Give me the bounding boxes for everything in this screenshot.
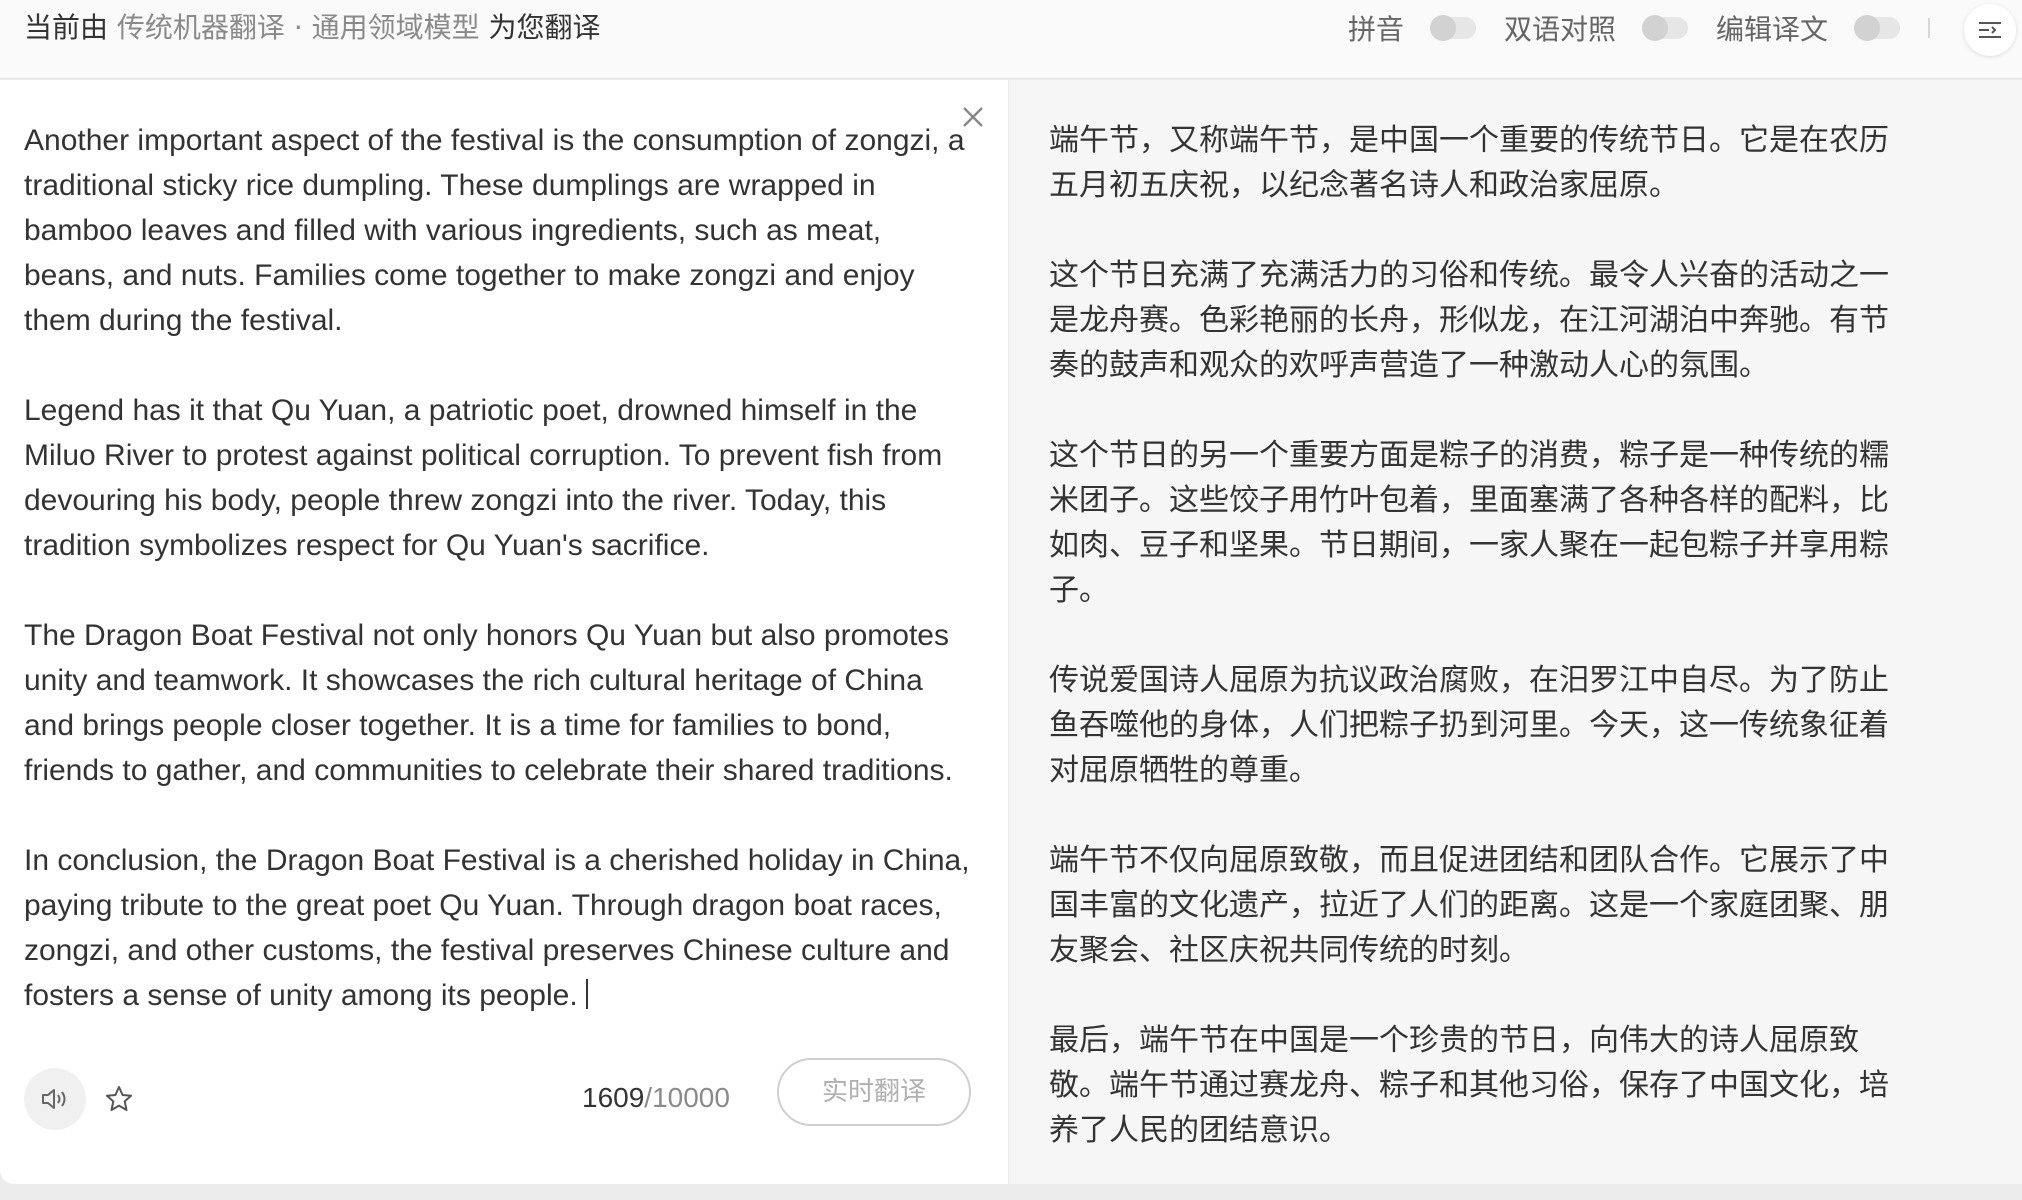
top-bar: 当前由 传统机器翻译 · 通用领域模型 为您翻译 拼音 双语对照 编辑译文: [0, 0, 2022, 79]
source-paragraph: In conclusion, the Dragon Boat Festival …: [24, 844, 970, 1012]
source-paragraph: The Dragon Boat Festival not only honors…: [24, 619, 953, 787]
translation-output: 端午节，又称端午节，是中国一个重要的传统节日。它是在农历五月初五庆祝，以纪念著名…: [1049, 118, 1889, 1184]
translation-paragraph: 这个节日的另一个重要方面是粽子的消费，粽子是一种传统的糯米团子。这些饺子用竹叶包…: [1049, 438, 1889, 608]
switch-knob: [1641, 15, 1668, 41]
engine-name[interactable]: 传统机器翻译 · 通用领域模型: [117, 11, 480, 44]
char-count: 1609: [582, 1082, 645, 1113]
pinyin-label: 拼音: [1347, 13, 1404, 46]
edit-translation-toggle-group[interactable]: 编辑译文: [1716, 8, 1900, 48]
bilingual-switch[interactable]: [1641, 15, 1688, 41]
pinyin-switch[interactable]: [1429, 15, 1476, 41]
source-bottom-bar: 1609/10000 实时翻译: [0, 1058, 1008, 1178]
source-paragraph: Another important aspect of the festival…: [24, 124, 965, 337]
switch-knob: [1429, 15, 1456, 41]
char-limit: /10000: [644, 1082, 730, 1113]
translation-panel: 端午节，又称端午节，是中国一个重要的传统节日。它是在农历五月初五庆祝，以纪念著名…: [1009, 80, 2022, 1184]
bilingual-label: 双语对照: [1503, 13, 1616, 46]
switch-knob: [1854, 15, 1880, 41]
source-paragraph-last: In conclusion, the Dragon Boat Festival …: [24, 838, 974, 1018]
source-panel: Another important aspect of the festival…: [0, 80, 1008, 1184]
translation-paragraph: 端午节，又称端午节，是中国一个重要的传统节日。它是在农历五月初五庆祝，以纪念著名…: [1049, 123, 1889, 203]
pinyin-toggle-group[interactable]: 拼音: [1348, 8, 1476, 48]
menu-button[interactable]: [1964, 4, 2016, 56]
source-paragraph: Legend has it that Qu Yuan, a patriotic …: [24, 394, 943, 562]
engine-info: 当前由 传统机器翻译 · 通用领域模型 为您翻译: [24, 10, 601, 46]
realtime-translate-button[interactable]: 实时翻译: [777, 1058, 971, 1126]
translation-paragraph: 这个节日充满了充满活力的习俗和传统。最令人兴奋的活动之一是龙舟赛。色彩艳丽的长舟…: [1049, 258, 1889, 383]
translation-paragraph: 最后，端午节在中国是一个珍贵的节日，向伟大的诗人屈原致敬。端午节通过赛龙舟、粽子…: [1049, 1023, 1889, 1148]
speaker-icon: [42, 1089, 66, 1109]
text-caret: [585, 979, 588, 1009]
character-counter: 1609/10000: [582, 1080, 730, 1116]
bilingual-toggle-group[interactable]: 双语对照: [1504, 8, 1688, 48]
translation-paragraph: 传说爱国诗人屈原为抗议政治腐败，在汨罗江中自尽。为了防止鱼吞噬他的身体，人们把粽…: [1049, 663, 1889, 788]
star-icon[interactable]: [104, 1084, 134, 1114]
source-text-input[interactable]: Another important aspect of the festival…: [24, 118, 974, 1038]
engine-suffix: 为您翻译: [488, 11, 601, 44]
edit-translation-switch[interactable]: [1854, 15, 1900, 41]
toolbar-divider: [1928, 18, 1930, 38]
translation-paragraph: 端午节不仅向屈原致敬，而且促进团结和团队合作。它展示了中国丰富的文化遗产，拉近了…: [1049, 843, 1889, 968]
menu-lines-icon: [1979, 22, 2001, 38]
engine-prefix: 当前由: [24, 11, 109, 44]
view-toggles: 拼音 双语对照 编辑译文: [1348, 4, 2022, 56]
edit-translation-label: 编辑译文: [1715, 13, 1828, 46]
read-aloud-button[interactable]: [24, 1068, 86, 1130]
